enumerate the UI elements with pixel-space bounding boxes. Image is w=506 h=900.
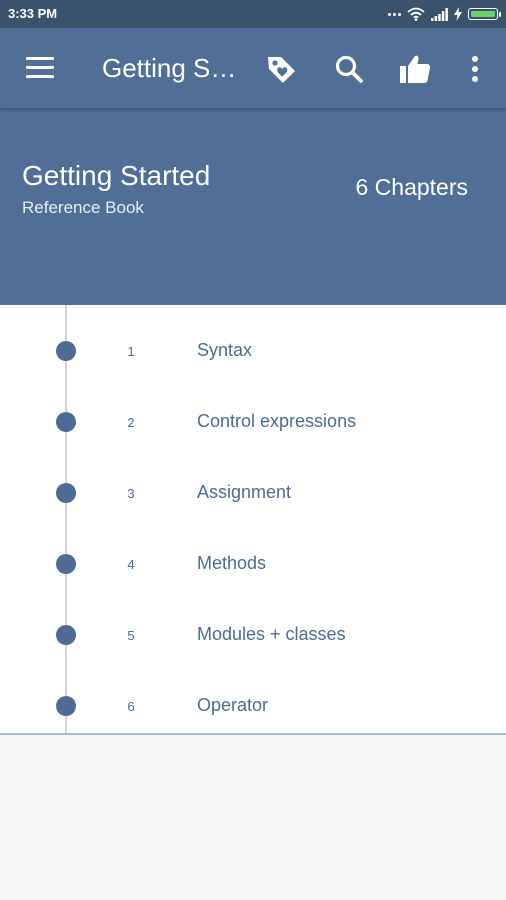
- chapter-number: 6: [127, 699, 135, 714]
- menu-icon[interactable]: [26, 57, 54, 79]
- chapter-number: 3: [127, 486, 135, 501]
- chapter-item[interactable]: 6 Operator: [0, 670, 506, 730]
- timeline-dot: [56, 483, 76, 503]
- chapters-count: 6 Chapters: [355, 174, 468, 200]
- book-title: Getting Started: [22, 160, 211, 191]
- chapter-item[interactable]: 1 Syntax: [0, 315, 506, 375]
- chapter-item[interactable]: 3 Assignment: [0, 457, 506, 517]
- timeline-dot: [56, 341, 76, 361]
- thumbs-up-icon[interactable]: [398, 52, 432, 86]
- chapter-item[interactable]: 4 Methods: [0, 528, 506, 588]
- chapter-title: Control expressions: [197, 411, 357, 431]
- status-time: 3:33 PM: [8, 6, 58, 21]
- timeline-dot: [56, 696, 76, 716]
- empty-background: [0, 735, 506, 900]
- chapter-title: Syntax: [197, 340, 253, 360]
- chapter-number: 5: [127, 628, 135, 643]
- tag-icon[interactable]: [264, 52, 298, 86]
- chapter-title: Modules + classes: [197, 624, 346, 644]
- chapter-number: 4: [127, 557, 135, 572]
- book-header: Getting Started Reference Book 6 Chapter…: [0, 108, 506, 305]
- chapter-title: Methods: [197, 553, 267, 573]
- chapter-number: 1: [127, 344, 135, 359]
- charging-bolt-icon: [454, 7, 462, 21]
- chapter-title: Operator: [197, 695, 269, 715]
- chapter-title: Assignment: [197, 482, 292, 502]
- chapter-number: 2: [127, 415, 135, 430]
- signal-icon: [431, 7, 448, 21]
- chapter-item[interactable]: 5 Modules + classes: [0, 599, 506, 659]
- status-bar: 3:33 PM: [0, 0, 506, 28]
- app-bar-title: Getting Started: [102, 53, 237, 83]
- timeline-dot: [56, 554, 76, 574]
- chapter-item[interactable]: 2 Control expressions: [0, 386, 506, 446]
- status-icons: [388, 4, 501, 24]
- timeline-dot: [56, 412, 76, 432]
- book-subtitle: Reference Book: [22, 198, 144, 217]
- timeline-dot: [56, 625, 76, 645]
- app-bar: Getting Started: [0, 28, 506, 108]
- overflow-menu-icon[interactable]: [458, 52, 492, 86]
- more-dots-icon: [388, 12, 401, 16]
- chapter-list: 1 Syntax 2 Control expressions 3 Assignm…: [0, 305, 506, 735]
- search-icon[interactable]: [332, 52, 366, 86]
- battery-icon: [468, 8, 501, 20]
- wifi-icon: [407, 7, 425, 21]
